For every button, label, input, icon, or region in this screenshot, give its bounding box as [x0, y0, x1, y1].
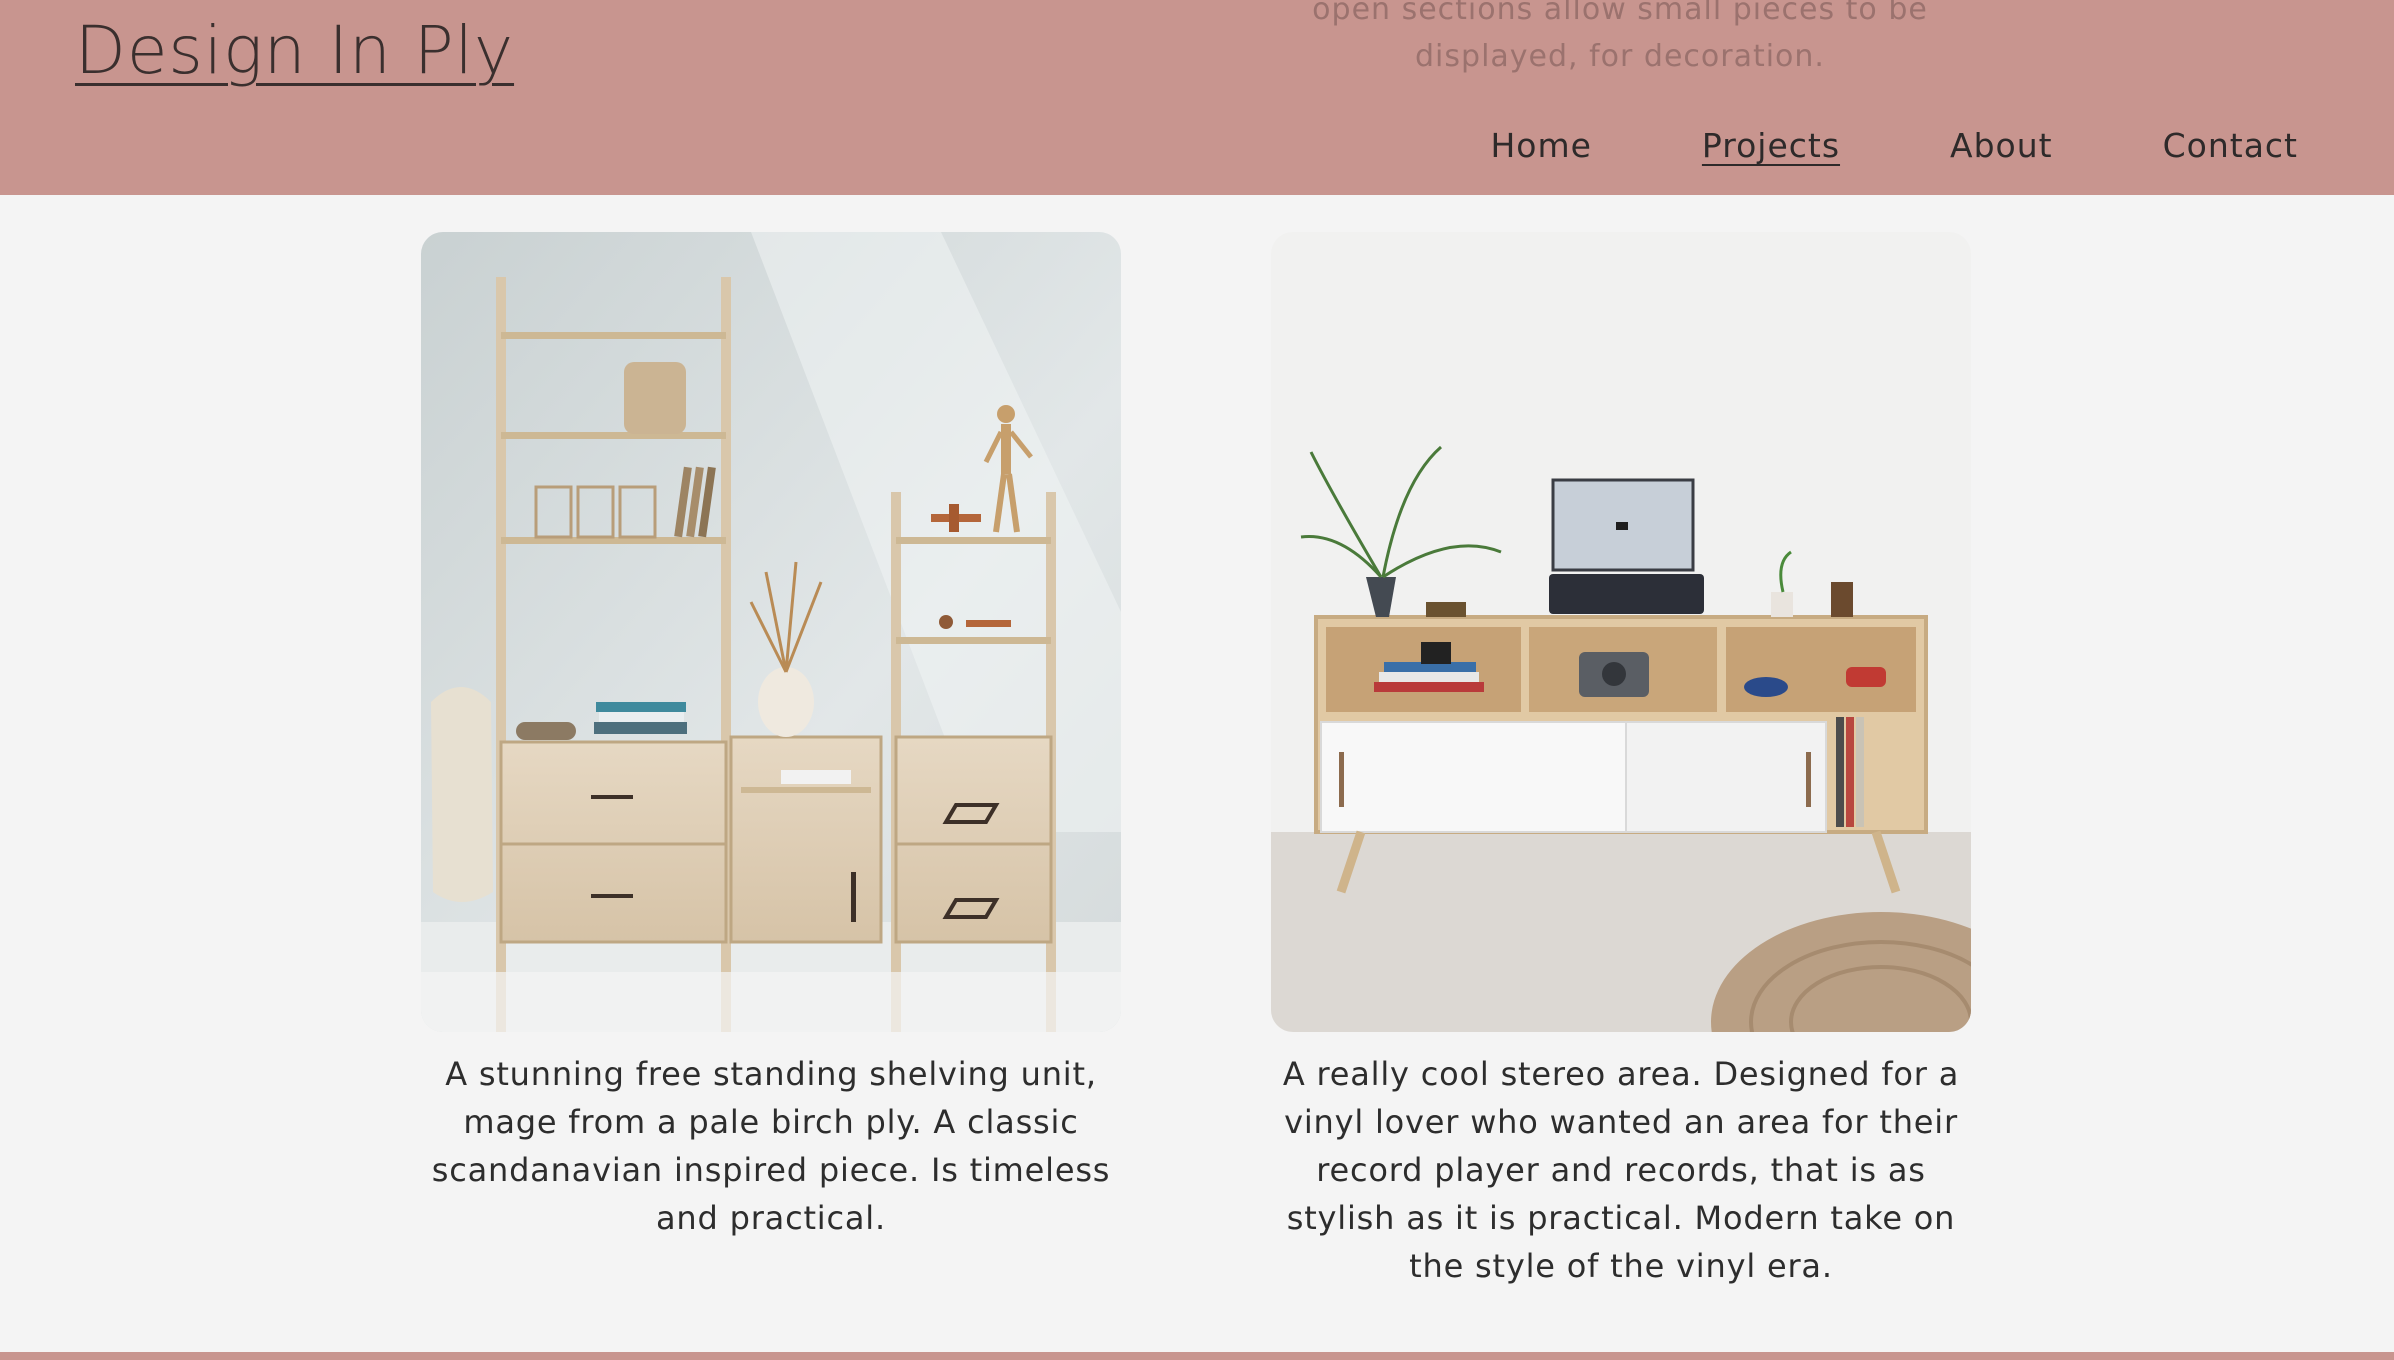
project-caption: A stunning free standing shelving unit, …: [431, 1055, 1111, 1237]
project-caption: A really cool stereo area. Designed for …: [1282, 1055, 1960, 1285]
stereo-sideboard-illustration: [1271, 232, 1971, 1032]
site-header: open sections allow small pieces to be d…: [0, 0, 2394, 195]
nav-contact[interactable]: Contact: [2163, 126, 2298, 165]
nav-home[interactable]: Home: [1490, 126, 1591, 165]
shelving-unit-photo[interactable]: [421, 232, 1121, 1032]
footer-strip: [0, 1352, 2394, 1360]
project-card-stereo: A really cool stereo area. Designed for …: [1271, 232, 1971, 1290]
stereo-sideboard-photo[interactable]: [1271, 232, 1971, 1032]
main-nav: Home Projects About Contact: [1380, 126, 2298, 165]
scrolled-out-text: open sections allow small pieces to be d…: [1312, 0, 1928, 74]
nav-about[interactable]: About: [1950, 126, 2053, 165]
project-card-shelving: A stunning free standing shelving unit, …: [421, 232, 1121, 1242]
nav-projects[interactable]: Projects: [1702, 126, 1840, 165]
site-logo[interactable]: Design In Ply: [75, 12, 514, 89]
shelving-unit-illustration: [421, 232, 1121, 1032]
